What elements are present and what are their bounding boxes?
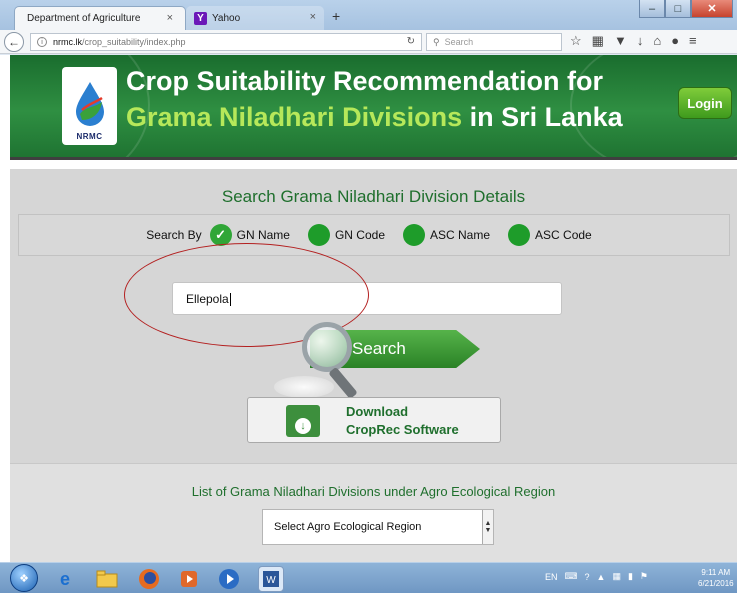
reload-icon[interactable]: ↻ xyxy=(407,36,415,47)
logo-text: NRMC xyxy=(76,132,103,141)
login-button[interactable]: Login xyxy=(678,87,732,119)
search-icon: ⚲ xyxy=(433,36,440,47)
radio-asc-name[interactable]: ASC Name xyxy=(403,224,490,246)
radio-icon[interactable] xyxy=(307,224,330,246)
download-line2: CropRec Software xyxy=(346,422,459,437)
radio-label: GN Code xyxy=(334,228,385,242)
show-hidden-icon[interactable]: ▲ xyxy=(597,572,606,582)
media-player-icon[interactable] xyxy=(176,566,202,592)
title-highlight: Grama Niladhari Divisions xyxy=(126,102,463,132)
clock-date: 6/21/2016 xyxy=(698,579,734,588)
tab-close-icon[interactable]: × xyxy=(310,11,316,23)
pocket-icon[interactable]: ▼ xyxy=(614,33,627,49)
search-placeholder: Search xyxy=(444,37,474,47)
tab-department-of-agriculture[interactable]: Department of Agriculture × xyxy=(14,6,186,30)
search-heading: Search Grama Niladhari Division Details xyxy=(221,187,526,206)
flag-icon[interactable]: ⚑ xyxy=(640,571,648,582)
yahoo-icon: Y xyxy=(194,11,207,25)
maximize-icon[interactable]: □ xyxy=(665,0,691,18)
dropdown-arrow-icon[interactable]: ▲ ▼ xyxy=(482,510,493,544)
browser-titlebar: Department of Agriculture × Y Yahoo × + … xyxy=(0,0,737,30)
radio-asc-code[interactable]: ASC Code xyxy=(508,224,592,246)
download-icon: ↓ xyxy=(286,405,320,437)
windows-taskbar: ❖ e W EN ⌨ ? ▲ ▦ ▮ ⚑ 9:11 AM 6/21/2016 xyxy=(0,562,737,593)
gn-search-input[interactable]: Ellepola xyxy=(172,282,562,315)
header-banner: NRMC Crop Suitability Recommendation for… xyxy=(10,55,737,160)
page-title-line2: Grama Niladhari Divisions in Sri Lanka xyxy=(126,102,623,133)
download-software-button[interactable]: ↓ Download CropRec Software xyxy=(247,397,501,443)
radio-checked-icon[interactable]: ✓ xyxy=(209,224,232,246)
tab-close-icon[interactable]: × xyxy=(167,12,173,24)
close-window-icon[interactable]: ✕ xyxy=(691,0,733,18)
title-rest: in Sri Lanka xyxy=(462,102,623,132)
minimize-icon[interactable]: – xyxy=(639,0,665,18)
file-explorer-icon[interactable] xyxy=(94,566,120,592)
magnifier-icon xyxy=(302,322,352,372)
radio-icon[interactable] xyxy=(508,224,531,246)
downloads-icon[interactable]: ↓ xyxy=(637,33,644,49)
search-by-options: Search By ✓ GN Name GN Code ASC Name ASC… xyxy=(18,214,730,256)
radio-label: ASC Name xyxy=(430,228,491,242)
page-content: NRMC Crop Suitability Recommendation for… xyxy=(0,55,737,562)
radio-label: ASC Code xyxy=(535,228,592,242)
browser-navbar: ← i nrmc.lk/crop_suitability/index.php ↻… xyxy=(0,30,737,54)
new-tab-icon[interactable]: + xyxy=(332,8,340,24)
search-input-value: Ellepola xyxy=(186,292,229,306)
firefox-icon[interactable] xyxy=(136,566,162,592)
word-icon[interactable]: W xyxy=(258,566,284,592)
agro-region-select[interactable]: Select Agro Ecological Region ▲ ▼ xyxy=(262,509,494,545)
tab-yahoo[interactable]: Y Yahoo × xyxy=(186,6,324,30)
radio-gn-name[interactable]: ✓ GN Name xyxy=(209,224,290,246)
url-path: /crop_suitability/index.php xyxy=(82,37,186,47)
download-arrow-icon: ↓ xyxy=(295,418,311,434)
internet-explorer-icon[interactable]: e xyxy=(52,566,78,592)
back-icon[interactable]: ← xyxy=(4,32,24,52)
tab-label: Department of Agriculture xyxy=(27,13,141,24)
signal-icon[interactable]: ▮ xyxy=(628,571,633,582)
water-drop-icon xyxy=(75,82,104,126)
site-info-icon[interactable]: i xyxy=(37,37,47,47)
bookmarks-menu-icon[interactable]: ▦ xyxy=(592,33,604,49)
select-value: Select Agro Ecological Region xyxy=(274,521,422,533)
toolbar-icons: ☆ ▦ ▼ ↓ ⌂ ● ≡ xyxy=(570,33,697,49)
keyboard-icon[interactable]: ⌨ xyxy=(565,571,578,582)
clock-time: 9:11 AM xyxy=(701,568,731,577)
nrmc-logo: NRMC xyxy=(62,67,117,145)
download-line1: Download xyxy=(346,404,409,419)
agro-region-panel: List of Grama Niladhari Divisions under … xyxy=(10,463,737,562)
bookmark-star-icon[interactable]: ☆ xyxy=(570,33,582,49)
start-button-icon[interactable]: ❖ xyxy=(10,564,38,592)
system-tray: EN ⌨ ? ▲ ▦ ▮ ⚑ xyxy=(545,571,648,582)
download-label: Download CropRec Software xyxy=(346,403,459,439)
button-shadow xyxy=(274,376,334,398)
network-icon[interactable]: ▦ xyxy=(612,571,621,582)
url-host: nrmc.lk xyxy=(53,37,82,47)
address-bar[interactable]: i nrmc.lk/crop_suitability/index.php ↻ xyxy=(30,33,422,51)
menu-icon[interactable]: ≡ xyxy=(689,33,697,49)
tab-label: Yahoo xyxy=(212,12,241,24)
agro-region-title: List of Grama Niladhari Divisions under … xyxy=(191,484,556,499)
radio-gn-code[interactable]: GN Code xyxy=(307,224,385,246)
chat-icon[interactable]: ● xyxy=(671,33,679,49)
radio-label: GN Name xyxy=(236,228,290,242)
window-controls: – □ ✕ xyxy=(639,0,733,18)
search-by-label: Search By xyxy=(146,228,202,242)
page-title-line1: Crop Suitability Recommendation for xyxy=(126,66,604,96)
home-icon[interactable]: ⌂ xyxy=(653,33,661,49)
taskbar-clock[interactable]: 9:11 AM 6/21/2016 xyxy=(698,567,734,589)
browser-search-input[interactable]: ⚲ Search xyxy=(426,33,562,51)
svg-text:W: W xyxy=(266,575,276,586)
radio-icon[interactable] xyxy=(403,224,425,246)
help-icon[interactable]: ? xyxy=(585,572,590,582)
text-caret xyxy=(229,293,231,307)
language-indicator[interactable]: EN xyxy=(545,572,558,582)
windows-media-icon[interactable] xyxy=(216,566,242,592)
